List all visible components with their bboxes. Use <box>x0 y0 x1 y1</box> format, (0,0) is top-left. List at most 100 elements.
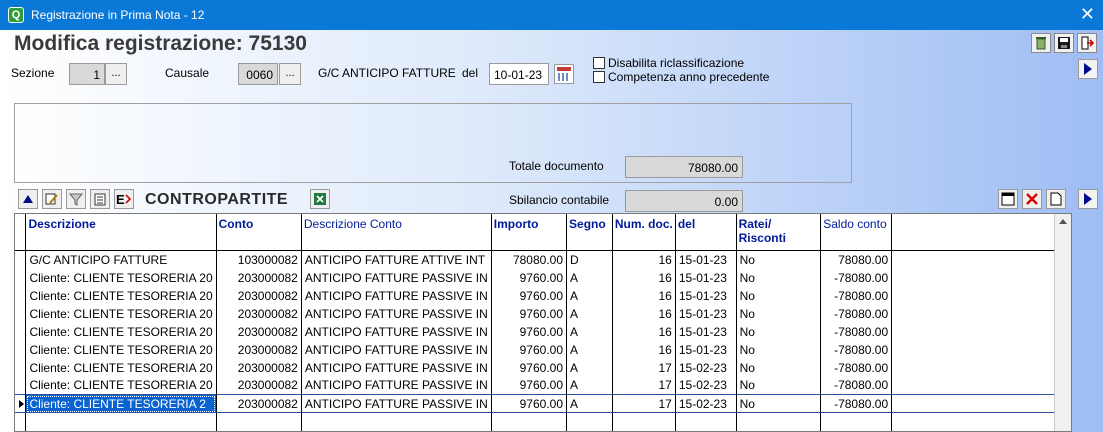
excel-icon[interactable] <box>310 189 330 209</box>
filter-icon[interactable] <box>66 189 86 209</box>
col-header-num-doc[interactable]: Num. doc. <box>612 214 676 251</box>
row-indicator[interactable] <box>15 304 27 323</box>
sezione-lookup-button[interactable]: ... <box>105 63 127 85</box>
col-header-ratei-risconti[interactable]: Ratei/ Risconti <box>736 214 822 251</box>
cell-del[interactable]: 15-01-23 <box>675 340 737 359</box>
cell-importo[interactable]: 9760.00 <box>491 340 568 359</box>
cell-descrizione[interactable]: G/C ANTICIPO FATTURE <box>25 250 217 269</box>
cell-conto[interactable] <box>216 412 302 431</box>
cell-descrizione-conto[interactable]: ANTICIPO FATTURE ATTIVE INT <box>301 250 492 269</box>
expand-right-button[interactable] <box>1078 59 1098 79</box>
cell-descrizione[interactable]: Cliente: CLIENTE TESORERIA 20 <box>25 268 217 287</box>
table-row[interactable]: Cliente: CLIENTE TESORERIA 20 203000082 AN… <box>15 304 1071 323</box>
cell-descrizione-conto[interactable]: ANTICIPO FATTURE PASSIVE IN <box>301 340 492 359</box>
cell-saldo-conto[interactable]: -78080.00 <box>820 268 893 287</box>
col-header-descrizione-conto[interactable]: Descrizione Conto <box>301 214 492 251</box>
cell-segno[interactable]: A <box>566 340 613 359</box>
cell-importo[interactable]: 9760.00 <box>491 394 568 413</box>
row-indicator[interactable] <box>15 268 27 287</box>
cell-conto[interactable]: 203000082 <box>216 322 302 341</box>
table-row[interactable]: G/C ANTICIPO FATTURE 103000082 ANTICIPO FA… <box>15 250 1071 269</box>
list-icon[interactable] <box>90 189 110 209</box>
competenza-checkbox[interactable] <box>593 71 605 83</box>
cell-num-doc[interactable]: 16 <box>612 250 676 269</box>
cell-descrizione[interactable]: Cliente: CLIENTE TESORERIA 20 <box>25 340 217 359</box>
cell-saldo-conto[interactable]: -78080.00 <box>820 304 893 323</box>
cell-importo[interactable]: 9760.00 <box>491 304 568 323</box>
cell-descrizione[interactable]: Cliente: CLIENTE TESORERIA 20 <box>25 304 217 323</box>
row-indicator[interactable] <box>15 412 27 431</box>
cell-conto[interactable]: 203000082 <box>216 394 302 413</box>
cell-importo[interactable]: 9760.00 <box>491 268 568 287</box>
save-icon[interactable] <box>1054 33 1074 53</box>
cell-segno[interactable] <box>566 412 613 431</box>
cell-segno[interactable]: A <box>566 358 613 377</box>
cell-num-doc[interactable]: 16 <box>612 304 676 323</box>
cell-descrizione-conto[interactable]: ANTICIPO FATTURE PASSIVE IN <box>301 322 492 341</box>
row-indicator[interactable] <box>15 250 27 269</box>
cell-descrizione-conto[interactable]: ANTICIPO FATTURE PASSIVE IN <box>301 394 492 413</box>
cell-conto[interactable]: 203000082 <box>216 376 302 395</box>
table-row[interactable]: Cliente: CLIENTE TESORERIA 20 203000082 AN… <box>15 286 1071 305</box>
disabilita-checkbox[interactable] <box>593 57 605 69</box>
cell-importo[interactable]: 9760.00 <box>491 376 568 395</box>
export-icon[interactable]: E <box>114 189 134 209</box>
sezione-field[interactable]: 1 <box>69 63 105 85</box>
cell-segno[interactable]: A <box>566 268 613 287</box>
col-header-saldo-conto[interactable]: Saldo conto <box>820 214 893 251</box>
cell-ratei-risconti[interactable]: No <box>736 376 822 395</box>
cell-descrizione-conto[interactable]: ANTICIPO FATTURE PASSIVE IN <box>301 304 492 323</box>
cell-del[interactable]: 15-02-23 <box>675 394 737 413</box>
cell-saldo-conto[interactable]: -78080.00 <box>820 322 893 341</box>
table-row[interactable]: Cliente: CLIENTE TESORERIA 20 203000082 AN… <box>15 358 1071 377</box>
cell-descrizione[interactable]: Cliente: CLIENTE TESORERIA 20 <box>25 376 217 395</box>
cell-ratei-risconti[interactable]: No <box>736 250 822 269</box>
cell-descrizione[interactable]: Cliente: CLIENTE TESORERIA 20 <box>25 322 217 341</box>
cell-conto[interactable]: 103000082 <box>216 250 302 269</box>
cell-segno[interactable]: A <box>566 394 613 413</box>
row-indicator[interactable] <box>15 340 27 359</box>
cell-saldo-conto[interactable]: -78080.00 <box>820 358 893 377</box>
cell-importo[interactable]: 78080.00 <box>491 250 568 269</box>
cell-num-doc[interactable]: 16 <box>612 322 676 341</box>
cell-num-doc[interactable]: 17 <box>612 358 676 377</box>
cell-del[interactable]: 15-01-23 <box>675 268 737 287</box>
cell-conto[interactable]: 203000082 <box>216 358 302 377</box>
grid-expand-button[interactable] <box>1078 189 1098 209</box>
cell-ratei-risconti[interactable]: No <box>736 304 822 323</box>
table-row[interactable]: Cliente: CLIENTE TESORERIA 20 203000082 AN… <box>15 376 1071 395</box>
row-indicator[interactable] <box>15 322 27 341</box>
cell-num-doc[interactable]: 16 <box>612 268 676 287</box>
cell-ratei-risconti[interactable]: No <box>736 286 822 305</box>
row-indicator[interactable] <box>15 376 27 395</box>
cell-del[interactable]: 15-02-23 <box>675 376 737 395</box>
cell-del[interactable]: 15-01-23 <box>675 250 737 269</box>
cell-num-doc[interactable]: 16 <box>612 286 676 305</box>
cell-conto[interactable]: 203000082 <box>216 304 302 323</box>
col-header-del[interactable]: del <box>675 214 737 251</box>
cell-importo[interactable]: 9760.00 <box>491 322 568 341</box>
table-row[interactable]: Cliente: CLIENTE TESORERIA 20 203000082 AN… <box>15 322 1071 341</box>
edit-icon[interactable] <box>42 189 62 209</box>
cell-del[interactable]: 15-02-23 <box>675 358 737 377</box>
cell-conto[interactable]: 203000082 <box>216 340 302 359</box>
date-field[interactable]: 10-01-23 <box>489 63 549 85</box>
cell-importo[interactable]: 9760.00 <box>491 358 568 377</box>
cell-segno[interactable]: A <box>566 304 613 323</box>
cell-saldo-conto[interactable]: -78080.00 <box>820 286 893 305</box>
cell-num-doc[interactable] <box>612 412 676 431</box>
cell-ratei-risconti[interactable]: No <box>736 358 822 377</box>
recycle-icon[interactable] <box>1031 33 1051 53</box>
cell-saldo-conto[interactable]: 78080.00 <box>820 250 893 269</box>
cell-saldo-conto[interactable]: -78080.00 <box>820 394 893 413</box>
window-icon[interactable] <box>998 189 1018 209</box>
cell-segno[interactable]: A <box>566 376 613 395</box>
cell-importo[interactable] <box>491 412 568 431</box>
delete-icon[interactable] <box>1022 189 1042 209</box>
exit-icon[interactable] <box>1077 33 1097 53</box>
table-row[interactable]: Cliente: CLIENTE TESORERIA 2 203000082 ANT… <box>15 394 1071 413</box>
cell-del[interactable]: 15-01-23 <box>675 304 737 323</box>
cell-ratei-risconti[interactable]: No <box>736 268 822 287</box>
cell-descrizione-conto[interactable]: ANTICIPO FATTURE PASSIVE IN <box>301 376 492 395</box>
causale-field[interactable]: 0060 <box>238 63 278 85</box>
